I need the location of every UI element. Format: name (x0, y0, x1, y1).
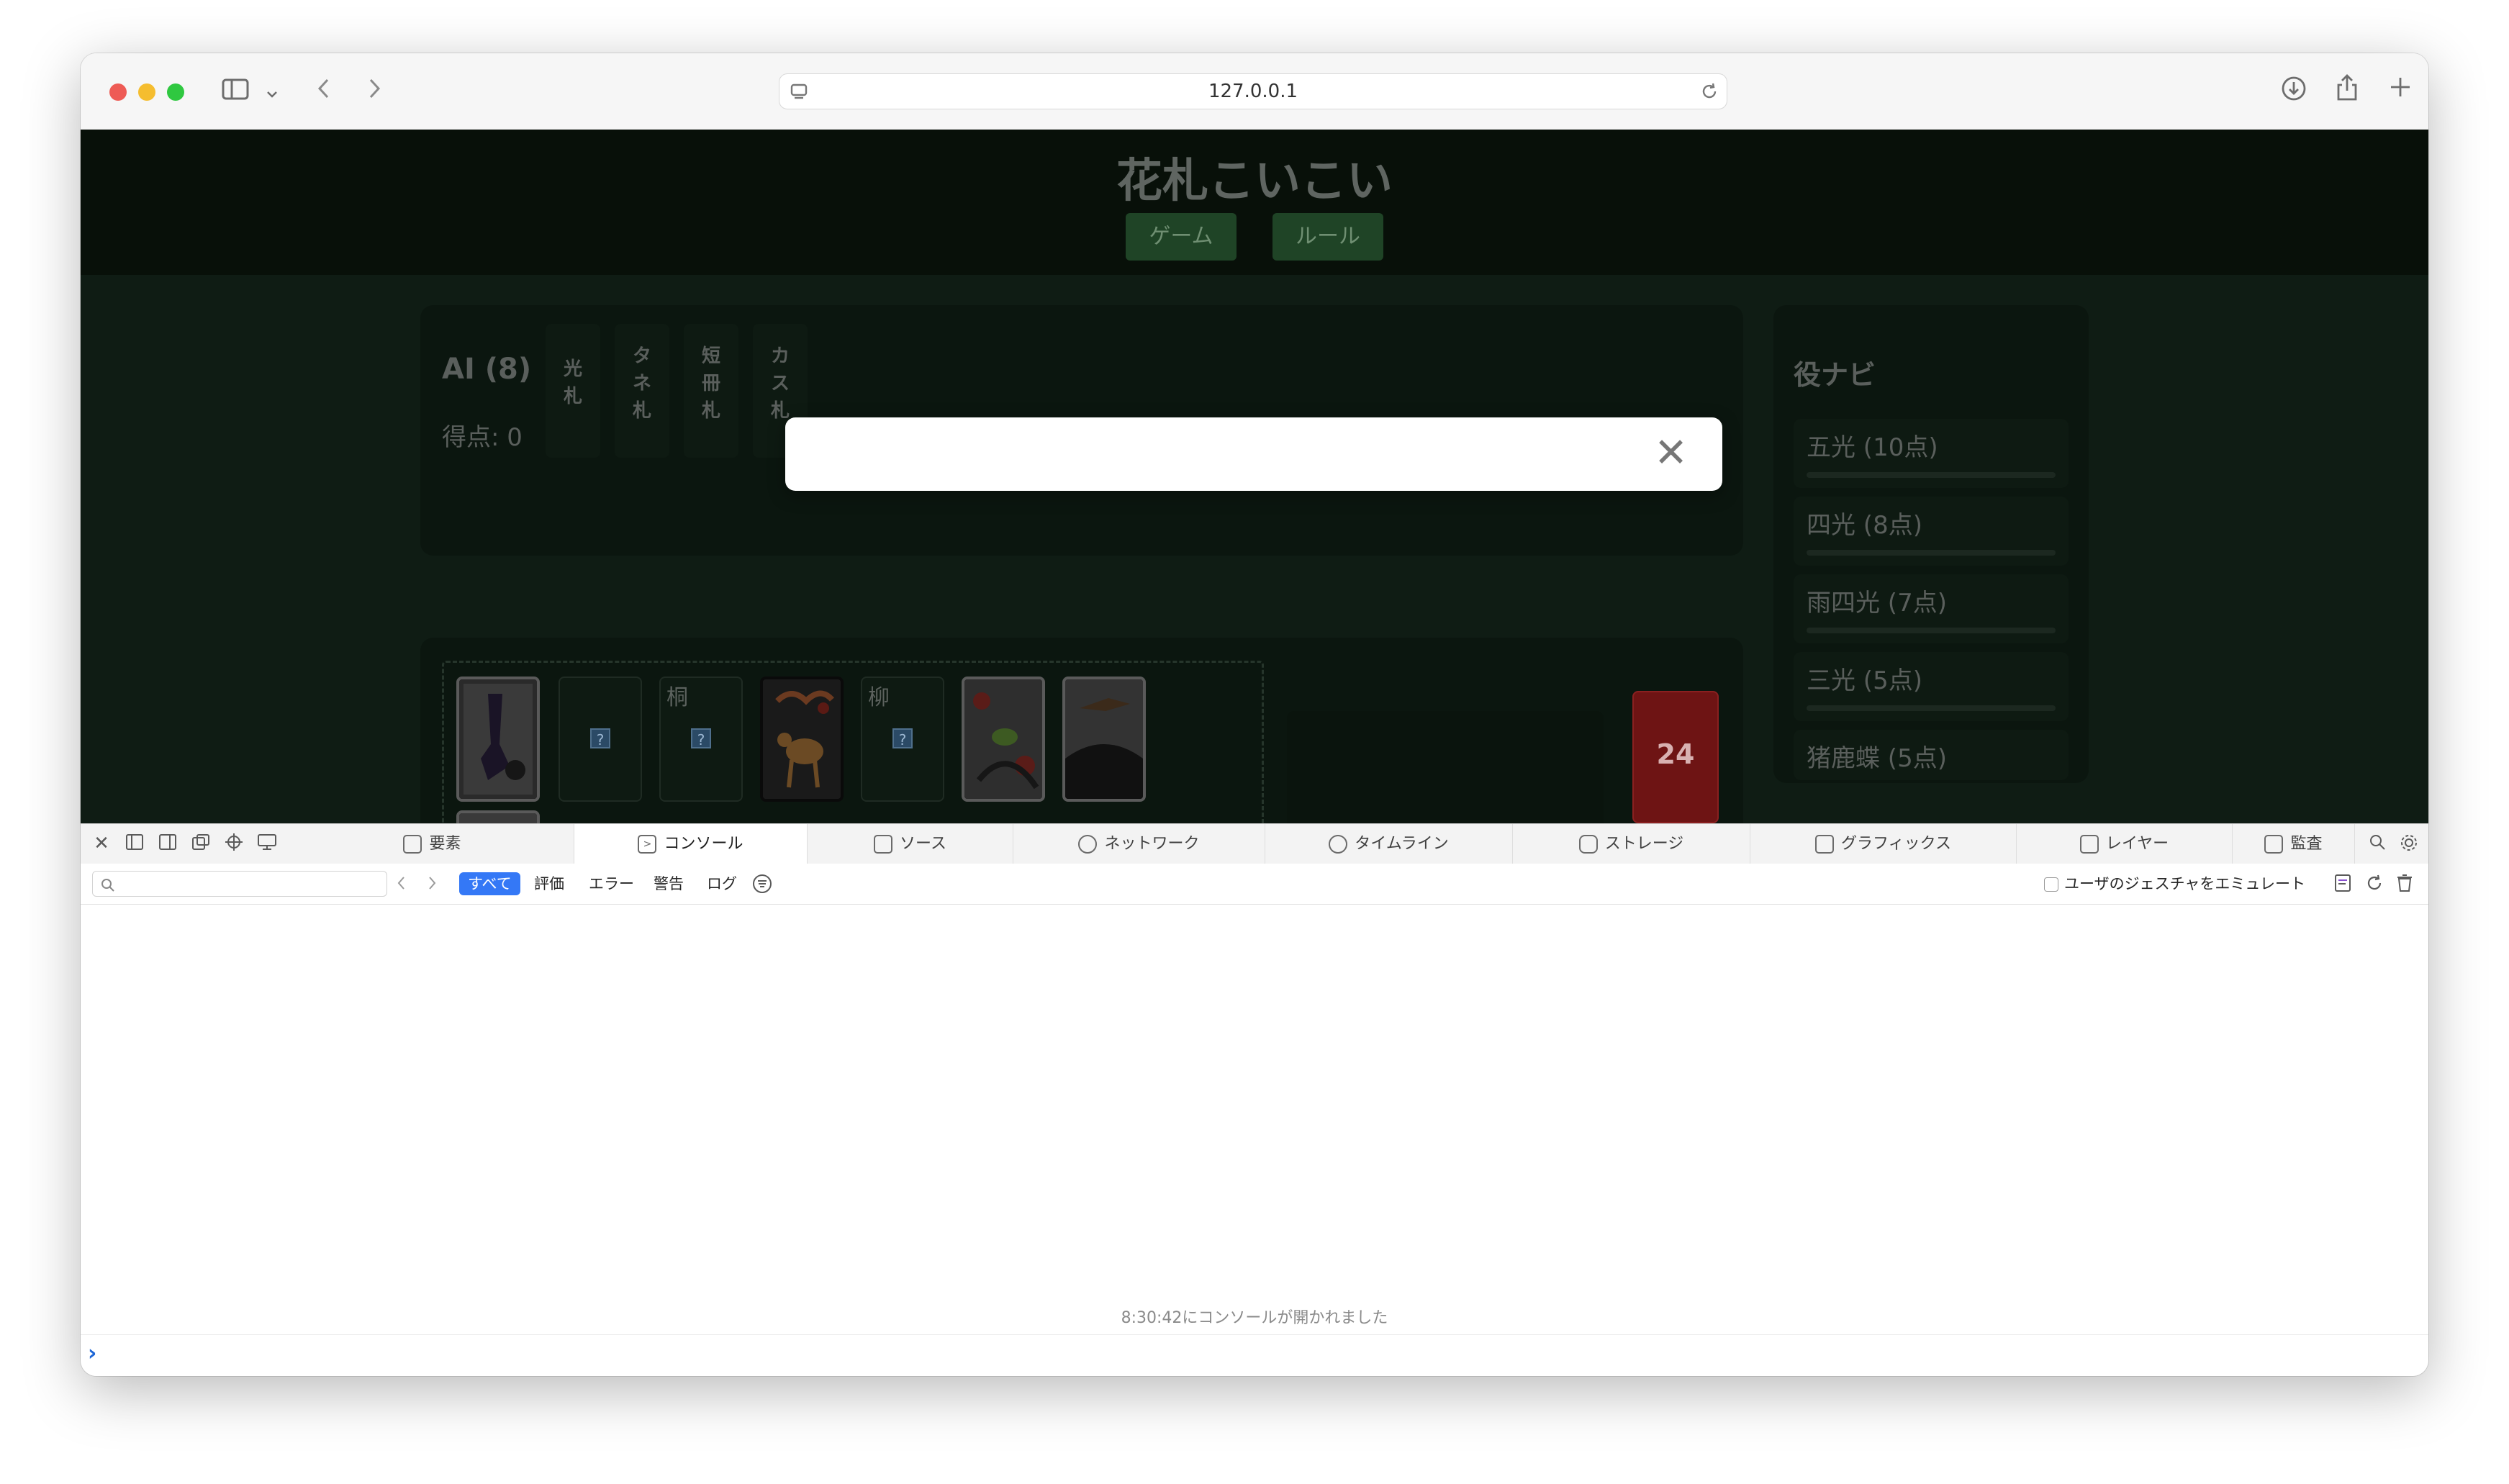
console-opened-message: 8:30:42にコンソールが開かれました (1121, 1309, 1388, 1327)
reload-icon[interactable] (2364, 873, 2385, 895)
yaku-item[interactable]: 猪鹿蝶 (5点) (1794, 730, 2069, 780)
clear-console-icon[interactable] (2394, 873, 2415, 895)
browser-window: 127.0.0.1 花札こいこい ゲーム ルール AI (8) 得点: 0 光札 (81, 53, 2428, 1376)
field-card[interactable] (1062, 677, 1146, 802)
captured-bright-cards: 光札 (546, 324, 600, 458)
zoom-window-button[interactable] (167, 83, 184, 101)
filter-warnings-button[interactable]: 警告 (654, 872, 684, 895)
yaku-item[interactable]: 三光 (5点) (1794, 652, 2069, 721)
filter-errors-button[interactable]: エラー (589, 872, 634, 895)
chevron-down-icon[interactable] (265, 79, 279, 98)
close-icon[interactable]: ✕ (91, 833, 112, 854)
tab-network[interactable]: ネットワーク (1013, 824, 1265, 864)
modal-dialog: ✕ (785, 417, 1722, 491)
field-card[interactable]: 柳 ? (861, 677, 944, 802)
forward-icon[interactable] (366, 76, 383, 101)
opponent-name: AI (8) (442, 353, 532, 386)
captured-animal-cards: タネ札 (615, 324, 669, 458)
url-text: 127.0.0.1 (1208, 81, 1298, 102)
hidden-card-icon: ? (691, 728, 711, 748)
captured-ribbon-cards: 短冊札 (684, 324, 738, 458)
tab-console[interactable]: > コンソール (574, 824, 808, 864)
tab-audit[interactable]: 監査 (2233, 824, 2355, 864)
field-card[interactable]: ? (559, 677, 642, 802)
filter-evaluations-button[interactable]: 評価 (534, 872, 564, 895)
prompt-chevron-icon: › (88, 1341, 97, 1366)
undock-icon[interactable] (190, 833, 212, 854)
elements-icon (403, 835, 422, 854)
close-icon[interactable]: ✕ (1654, 433, 1688, 474)
console-prompt[interactable]: › (81, 1334, 2428, 1376)
tab-storage[interactable]: ストレージ (1513, 824, 1750, 864)
yaku-item[interactable]: 四光 (8点) (1794, 497, 2069, 566)
card-month-label: 桐 (666, 685, 688, 710)
game-page: 花札こいこい ゲーム ルール AI (8) 得点: 0 光札 タネ札 短冊札 カ… (81, 130, 2428, 823)
filter-all-button[interactable]: すべて (459, 872, 520, 895)
page-title: 花札こいこい (1116, 155, 1393, 208)
field-card[interactable] (456, 677, 540, 802)
field-card[interactable] (456, 810, 540, 823)
opponent-score: 得点: 0 (442, 423, 523, 452)
hidden-card-icon: ? (590, 728, 610, 748)
filter-search-icon (100, 872, 116, 896)
field-card[interactable] (760, 677, 844, 802)
network-icon (1078, 835, 1098, 854)
minimize-window-button[interactable] (138, 83, 155, 101)
captured-area (1287, 711, 1604, 823)
yaku-navi-title: 役ナビ (1794, 359, 1876, 391)
page-header: 花札こいこい ゲーム ルール (81, 130, 2428, 275)
search-icon[interactable] (2366, 833, 2388, 854)
tab-layers[interactable]: レイヤー (2017, 824, 2233, 864)
device-settings-icon[interactable] (256, 833, 278, 854)
element-picker-icon[interactable] (223, 833, 245, 854)
layers-icon (2079, 835, 2099, 854)
filter-input[interactable] (92, 871, 387, 897)
new-tab-icon[interactable] (2388, 75, 2413, 106)
inspector-tab-bar: ✕ 要素 > コンソール ソース ネットワーク タイムライン ストレージ グラフィ… (81, 823, 2428, 865)
dock-bottom-icon[interactable] (157, 833, 178, 854)
tab-elements[interactable]: 要素 (291, 824, 574, 864)
audit-icon (2264, 835, 2284, 854)
console-icon: > (638, 835, 657, 854)
nav-game-button[interactable]: ゲーム (1126, 213, 1237, 261)
downloads-icon[interactable] (2280, 75, 2307, 109)
back-icon[interactable] (315, 76, 333, 101)
preserve-log-icon[interactable] (2332, 873, 2354, 895)
field-card[interactable] (962, 677, 1045, 802)
graphics-icon (1815, 835, 1835, 854)
filter-logs-button[interactable]: ログ (707, 872, 737, 895)
console-filter-bar: すべて 評価 エラー 警告 ログ ユーザのジェスチャをエミュレート (81, 864, 2428, 905)
emulate-gesture-toggle[interactable]: ユーザのジェスチャをエミュレート (2044, 874, 2305, 894)
sources-icon (874, 835, 893, 854)
next-icon[interactable] (423, 874, 440, 894)
reload-icon[interactable] (1699, 81, 1719, 104)
yaku-item[interactable]: 五光 (10点) (1794, 419, 2069, 488)
close-window-button[interactable] (109, 83, 127, 101)
emulate-gesture-checkbox[interactable] (2044, 877, 2058, 892)
tab-graphics[interactable]: グラフィックス (1750, 824, 2017, 864)
field-card[interactable]: 桐 ? (659, 677, 743, 802)
storage-icon (1578, 835, 1598, 854)
timeline-icon (1329, 835, 1348, 854)
sidebar-icon[interactable] (222, 78, 250, 101)
yaku-item[interactable]: 雨四光 (7点) (1794, 574, 2069, 643)
card-month-label: 柳 (868, 685, 890, 710)
tab-sources[interactable]: ソース (808, 824, 1013, 864)
nav-rules-button[interactable]: ルール (1272, 213, 1383, 261)
share-icon[interactable] (2335, 73, 2359, 109)
filter-options-icon[interactable] (751, 873, 773, 895)
dock-left-icon[interactable] (124, 833, 145, 854)
hidden-card-icon: ? (892, 728, 913, 748)
tab-timelines[interactable]: タイムライン (1265, 824, 1513, 864)
browser-toolbar: 127.0.0.1 (81, 53, 2428, 130)
web-inspector: ✕ 要素 > コンソール ソース ネットワーク タイムライン ストレージ グラフィ… (81, 823, 2428, 1376)
settings-gear-icon[interactable] (2398, 833, 2420, 854)
previous-icon[interactable] (393, 874, 410, 894)
draw-pile[interactable]: 24 (1632, 691, 1719, 823)
address-bar[interactable]: 127.0.0.1 (779, 73, 1727, 109)
